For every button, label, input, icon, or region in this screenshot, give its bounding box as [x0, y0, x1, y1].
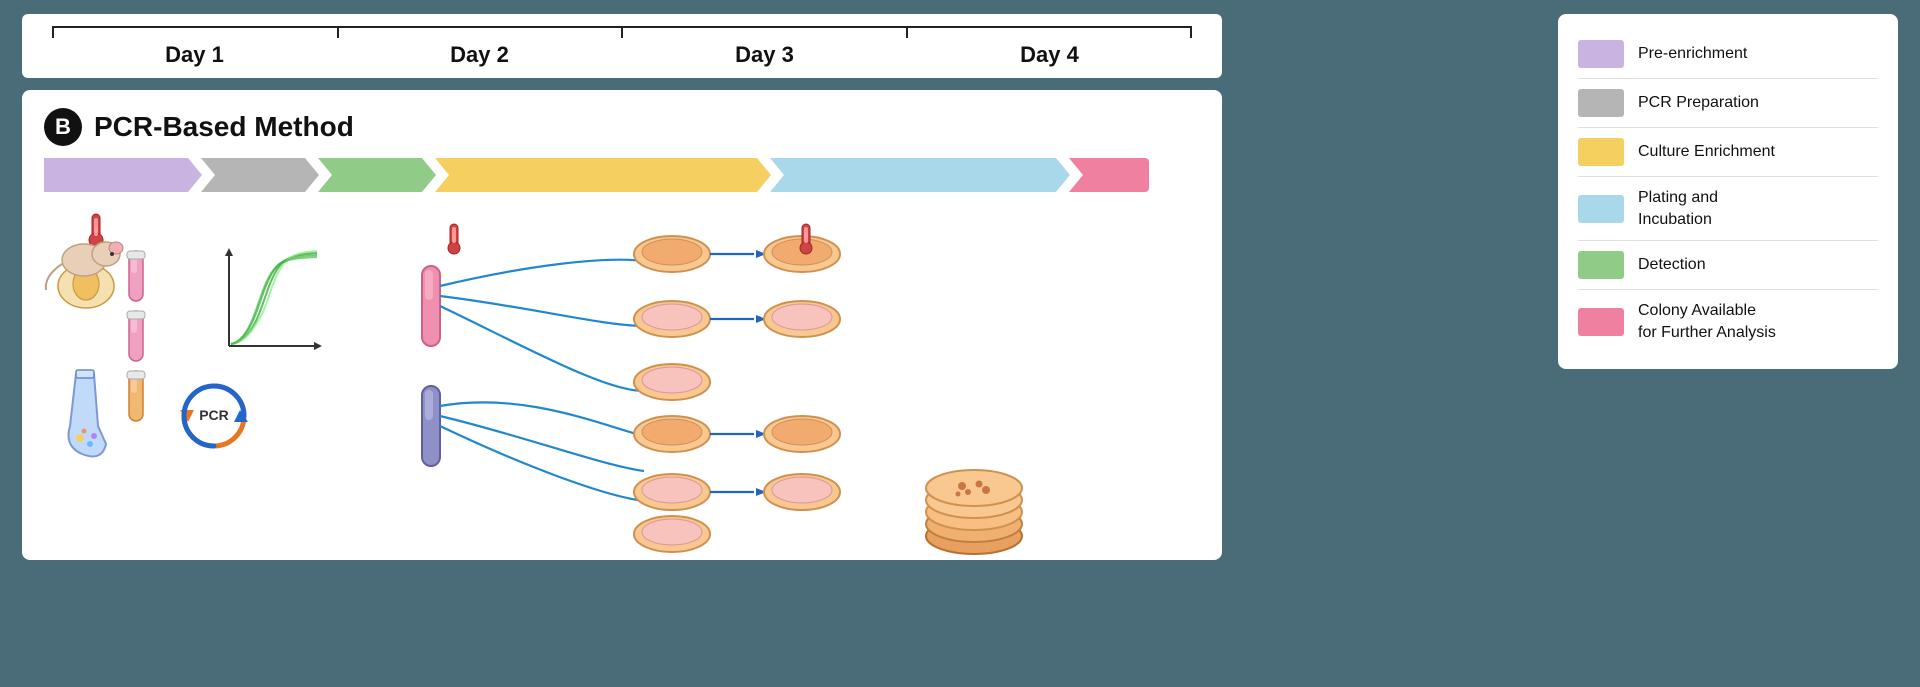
day-2-label: Day 2	[337, 38, 622, 68]
arrow-seg-gray	[201, 158, 319, 192]
legend-item-detection: Detection	[1578, 241, 1878, 290]
legend-color-pre-enrichment	[1578, 40, 1624, 68]
legend-color-detection	[1578, 251, 1624, 279]
arrow-seg-purple	[44, 158, 202, 192]
arrow-seg-green	[318, 158, 436, 192]
diagram-area: PCR	[44, 206, 1200, 546]
panel-title: PCR-Based Method	[94, 111, 354, 143]
legend-label-pre-enrichment: Pre-enrichment	[1638, 45, 1747, 63]
pcr-panel: B PCR-Based Method	[22, 90, 1222, 560]
legend-label-colony-available: Colony Availablefor Further Analysis	[1638, 300, 1776, 343]
timeline-bar	[52, 26, 1192, 38]
arrow-seg-pink	[1069, 158, 1149, 192]
legend-color-plating-incubation	[1578, 195, 1624, 223]
legend-label-pcr-prep: PCR Preparation	[1638, 94, 1759, 112]
legend-item-colony-available: Colony Availablefor Further Analysis	[1578, 290, 1878, 353]
day-3-label: Day 3	[622, 38, 907, 68]
day-1-label: Day 1	[52, 38, 337, 68]
legend-item-culture-enrichment: Culture Enrichment	[1578, 128, 1878, 177]
arrow-bar	[44, 158, 1200, 192]
diagram-svg: PCR	[44, 206, 1204, 546]
legend-color-culture-enrichment	[1578, 138, 1624, 166]
panel-header: B PCR-Based Method	[44, 108, 1200, 146]
timeline-container: Day 1 Day 2 Day 3 Day 4	[22, 14, 1222, 78]
legend-item-pcr-prep: PCR Preparation	[1578, 79, 1878, 128]
legend-panel: Pre-enrichment PCR Preparation Culture E…	[1558, 14, 1898, 369]
legend-item-pre-enrichment: Pre-enrichment	[1578, 30, 1878, 79]
legend-label-detection: Detection	[1638, 256, 1706, 274]
svg-text:PCR: PCR	[199, 407, 229, 423]
legend-label-plating-incubation: Plating andIncubation	[1638, 187, 1718, 230]
day-4-label: Day 4	[907, 38, 1192, 68]
panel-badge: B	[44, 108, 82, 146]
arrow-seg-blue	[770, 158, 1070, 192]
legend-color-colony-available	[1578, 308, 1624, 336]
legend-color-pcr-prep	[1578, 89, 1624, 117]
legend-item-plating-incubation: Plating andIncubation	[1578, 177, 1878, 241]
legend-label-culture-enrichment: Culture Enrichment	[1638, 143, 1775, 161]
arrow-seg-yellow	[435, 158, 771, 192]
